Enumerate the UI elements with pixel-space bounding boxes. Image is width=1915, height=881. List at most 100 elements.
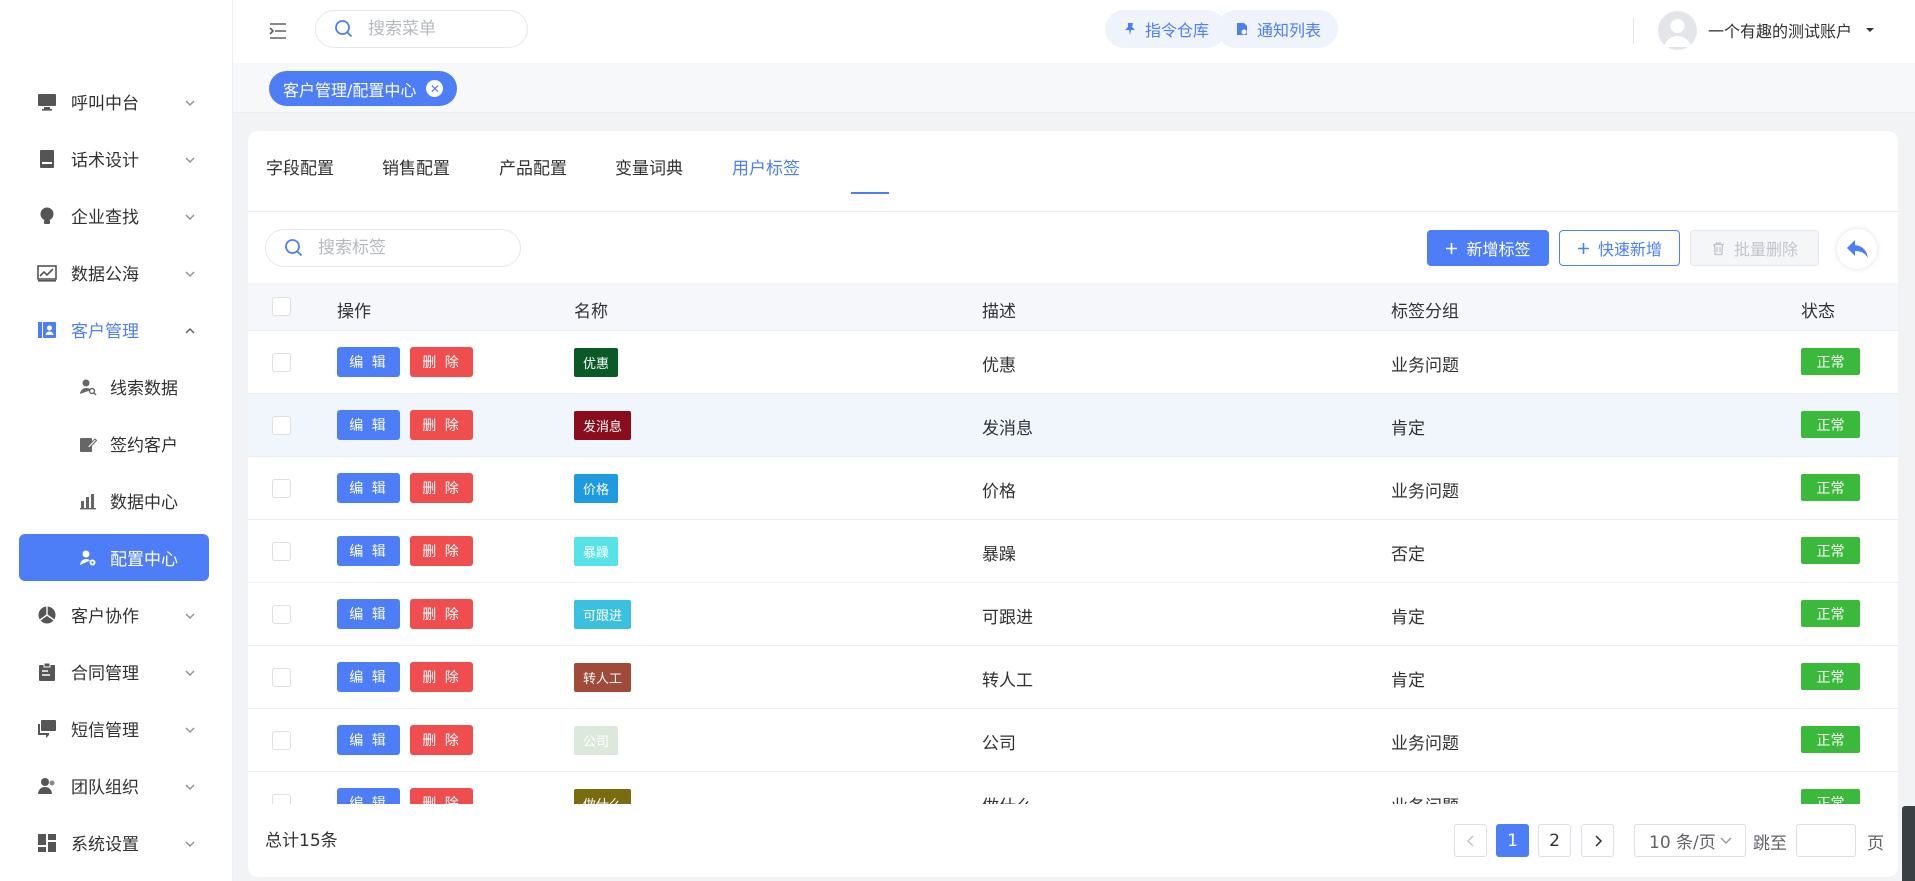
- edit-button[interactable]: 编 辑: [337, 788, 400, 804]
- tab-5[interactable]: 用户标签: [732, 154, 800, 179]
- tag-table: 操作 名称 描述 标签分组 状态 编 辑 删 除 优惠 优惠 业务问题 正常 编 辑 删…: [248, 283, 1898, 804]
- add-tag-button[interactable]: 新增标签: [1427, 230, 1549, 266]
- menu-collapse-icon[interactable]: [267, 20, 289, 42]
- status-badge: 正常: [1801, 600, 1860, 627]
- file-icon: [1237, 23, 1247, 35]
- page-button-2[interactable]: 2: [1538, 824, 1571, 857]
- trash-icon: [1712, 241, 1724, 255]
- chevron-left-icon: [1466, 834, 1474, 847]
- tag-group: 肯定: [1391, 671, 1425, 691]
- sidebar-item-13[interactable]: 团队组织: [0, 757, 233, 814]
- back-button[interactable]: [1837, 229, 1877, 269]
- chevron-down-icon: [183, 608, 197, 622]
- status-badge: 正常: [1801, 789, 1860, 804]
- sidebar-item-label: 配置中心: [110, 550, 178, 570]
- table-row: 编 辑 删 除 发消息 发消息 肯定 正常: [248, 394, 1898, 457]
- delete-button[interactable]: 删 除: [410, 725, 473, 755]
- monitor-icon: [37, 92, 57, 112]
- edit-button[interactable]: 编 辑: [337, 725, 400, 755]
- visited-tag[interactable]: 客户管理/配置中心 ✕: [269, 71, 458, 106]
- menu-search[interactable]: [315, 10, 528, 48]
- column-header: 描述: [982, 302, 1016, 322]
- user-name: 一个有趣的测试账户: [1708, 22, 1853, 41]
- tab-4[interactable]: 变量词典: [615, 154, 683, 179]
- tab-1[interactable]: 字段配置: [266, 154, 334, 179]
- tab-2[interactable]: 销售配置: [382, 154, 450, 179]
- plus-icon: [1446, 242, 1458, 254]
- sidebar-item-12[interactable]: 短信管理: [0, 700, 233, 757]
- delete-button[interactable]: 删 除: [410, 662, 473, 692]
- sidebar-item-6[interactable]: 线索数据: [0, 358, 233, 415]
- batch-delete-label: 批量删除: [1733, 240, 1798, 259]
- config-tabs: 字段配置 销售配置 产品配置 变量词典 用户标签: [248, 131, 1898, 212]
- command-repo-button[interactable]: 指令仓库: [1105, 10, 1227, 48]
- edit-button[interactable]: 编 辑: [337, 662, 400, 692]
- sidebar-item-10[interactable]: 客户协作: [0, 586, 233, 643]
- page-size-select[interactable]: 10 条/页: [1634, 824, 1746, 857]
- tag-description: 暴躁: [982, 545, 1016, 565]
- batch-delete-button[interactable]: 批量删除: [1690, 230, 1819, 266]
- delete-button[interactable]: 删 除: [410, 599, 473, 629]
- prev-page-button[interactable]: [1454, 824, 1487, 857]
- row-checkbox[interactable]: [272, 605, 291, 624]
- notice-list-button[interactable]: 通知列表: [1217, 10, 1339, 48]
- tab-3[interactable]: 产品配置: [499, 154, 567, 179]
- tag-group: 业务问题: [1391, 792, 1459, 804]
- sidebar-item-5[interactable]: 客户管理: [0, 301, 233, 358]
- tag-description: 价格: [982, 482, 1016, 502]
- edit-button[interactable]: 编 辑: [337, 599, 400, 629]
- delete-button[interactable]: 删 除: [410, 347, 473, 377]
- row-checkbox[interactable]: [272, 794, 291, 804]
- delete-button[interactable]: 删 除: [410, 473, 473, 503]
- sidebar-item-11[interactable]: 合同管理: [0, 643, 233, 700]
- tag-search-input[interactable]: [318, 238, 488, 258]
- sidebar-item-4[interactable]: 数据公海: [0, 244, 233, 301]
- menu-search-input[interactable]: [368, 19, 508, 39]
- sidebar-item-7[interactable]: 签约客户: [0, 415, 233, 472]
- edit-button[interactable]: 编 辑: [337, 473, 400, 503]
- quick-add-button[interactable]: 快速新增: [1559, 230, 1680, 266]
- sidebar-item-1[interactable]: 呼叫中台: [0, 73, 233, 130]
- sidebar-item-label: 数据公海: [71, 265, 139, 285]
- pin-icon: [1125, 23, 1135, 35]
- tag-label-chip: 公司: [574, 726, 619, 755]
- page-unit-label: 页: [1867, 834, 1884, 854]
- row-checkbox[interactable]: [272, 542, 291, 561]
- delete-button[interactable]: 删 除: [410, 410, 473, 440]
- chevron-down-icon: [183, 779, 197, 793]
- tag-search[interactable]: [265, 229, 521, 267]
- sidebar-item-label: 系统设置: [71, 835, 139, 855]
- sidebar-item-14[interactable]: 系统设置: [0, 814, 233, 871]
- chevron-down-icon: [183, 152, 197, 166]
- active-tab-indicator: [851, 192, 889, 194]
- tag-description: 转人工: [982, 671, 1033, 691]
- page-button-1[interactable]: 1: [1496, 824, 1529, 857]
- select-all-checkbox[interactable]: [272, 297, 291, 316]
- scrollbar-thumb[interactable]: [1902, 806, 1915, 881]
- grid-icon: [37, 833, 57, 853]
- status-badge: 正常: [1801, 411, 1860, 438]
- edit-button[interactable]: 编 辑: [337, 536, 400, 566]
- user-menu[interactable]: 一个有趣的测试账户: [1658, 10, 1876, 50]
- sidebar-item-3[interactable]: 企业查找: [0, 187, 233, 244]
- tag-group: 否定: [1391, 545, 1425, 565]
- sidebar-item-2[interactable]: 话术设计: [0, 130, 233, 187]
- row-checkbox[interactable]: [272, 479, 291, 498]
- edit-button[interactable]: 编 辑: [337, 347, 400, 377]
- next-page-button[interactable]: [1581, 824, 1614, 857]
- delete-button[interactable]: 删 除: [410, 788, 473, 804]
- close-icon[interactable]: ✕: [426, 80, 444, 97]
- status-badge: 正常: [1801, 726, 1860, 753]
- row-checkbox[interactable]: [272, 731, 291, 750]
- edit-button[interactable]: 编 辑: [337, 410, 400, 440]
- sidebar-item-9[interactable]: 配置中心: [19, 534, 209, 581]
- tag-label-chip: 转人工: [574, 663, 632, 692]
- row-checkbox[interactable]: [272, 353, 291, 372]
- row-checkbox[interactable]: [272, 416, 291, 435]
- sidebar-item-8[interactable]: 数据中心: [0, 472, 233, 529]
- table-row: 编 辑 删 除 公司 公司 业务问题 正常: [248, 709, 1898, 772]
- jump-page-input[interactable]: [1796, 824, 1856, 857]
- reply-icon: [1847, 240, 1868, 258]
- delete-button[interactable]: 删 除: [410, 536, 473, 566]
- row-checkbox[interactable]: [272, 668, 291, 687]
